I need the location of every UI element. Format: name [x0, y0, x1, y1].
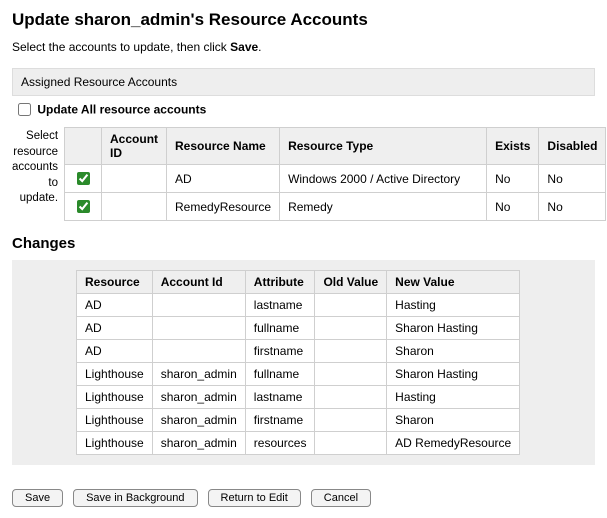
- cell-account-id: sharon_admin: [152, 386, 245, 409]
- cell-resource-type: Remedy: [280, 193, 487, 221]
- cell-new-value: Hasting: [387, 294, 520, 317]
- instruction-bold: Save: [230, 40, 258, 54]
- col-account-id: Account Id: [152, 271, 245, 294]
- cell-disabled: No: [539, 165, 606, 193]
- table-row: Lighthousesharon_adminlastname Hasting: [77, 386, 520, 409]
- row-select-checkbox[interactable]: [77, 172, 90, 185]
- return-to-edit-button[interactable]: Return to Edit: [208, 489, 301, 507]
- cell-old-value: [315, 409, 387, 432]
- cell-attribute: resources: [245, 432, 315, 455]
- cell-new-value: Sharon Hasting: [387, 317, 520, 340]
- cell-account-id: [102, 165, 167, 193]
- cell-resource: Lighthouse: [77, 432, 153, 455]
- cell-resource-name: AD: [167, 165, 280, 193]
- row-select-checkbox[interactable]: [77, 200, 90, 213]
- cell-new-value: Sharon Hasting: [387, 363, 520, 386]
- cell-resource: Lighthouse: [77, 363, 153, 386]
- col-old-value: Old Value: [315, 271, 387, 294]
- cell-attribute: firstname: [245, 340, 315, 363]
- cell-new-value: Sharon: [387, 409, 520, 432]
- col-attribute: Attribute: [245, 271, 315, 294]
- cell-old-value: [315, 340, 387, 363]
- changes-heading: Changes: [12, 235, 595, 252]
- cell-resource-type: Windows 2000 / Active Directory: [280, 165, 487, 193]
- cell-attribute: lastname: [245, 386, 315, 409]
- button-bar: Save Save in Background Return to Edit C…: [12, 489, 595, 507]
- cell-disabled: No: [539, 193, 606, 221]
- cell-exists: No: [487, 193, 539, 221]
- update-all-label[interactable]: Update All resource accounts: [37, 103, 206, 117]
- cell-account-id: sharon_admin: [152, 409, 245, 432]
- col-account-id: Account ID: [102, 128, 167, 165]
- cell-attribute: firstname: [245, 409, 315, 432]
- page-title: Update sharon_admin's Resource Accounts: [12, 10, 595, 30]
- cell-resource: AD: [77, 294, 153, 317]
- accounts-table: Account ID Resource Name Resource Type E…: [64, 127, 606, 221]
- col-resource: Resource: [77, 271, 153, 294]
- cell-new-value: AD RemedyResource: [387, 432, 520, 455]
- changes-panel: Resource Account Id Attribute Old Value …: [12, 260, 595, 465]
- changes-table: Resource Account Id Attribute Old Value …: [76, 270, 520, 455]
- cell-resource: AD: [77, 317, 153, 340]
- update-all-checkbox[interactable]: [18, 103, 31, 116]
- col-exists: Exists: [487, 128, 539, 165]
- cell-resource: Lighthouse: [77, 409, 153, 432]
- table-row: Lighthousesharon_adminresources AD Remedy…: [77, 432, 520, 455]
- assigned-section-header: Assigned Resource Accounts: [12, 68, 595, 96]
- col-resource-name: Resource Name: [167, 128, 280, 165]
- cell-exists: No: [487, 165, 539, 193]
- cell-new-value: Sharon: [387, 340, 520, 363]
- cell-old-value: [315, 294, 387, 317]
- cell-old-value: [315, 432, 387, 455]
- cell-resource: AD: [77, 340, 153, 363]
- cell-account-id: [102, 193, 167, 221]
- cell-account-id: sharon_admin: [152, 363, 245, 386]
- select-accounts-label: Select resource accounts to update.: [12, 127, 58, 207]
- cell-attribute: fullname: [245, 363, 315, 386]
- cell-resource: Lighthouse: [77, 386, 153, 409]
- cell-account-id: [152, 317, 245, 340]
- col-select: [65, 128, 102, 165]
- cancel-button[interactable]: Cancel: [311, 489, 371, 507]
- table-row: RemedyResourceRemedyNoNo: [65, 193, 606, 221]
- table-row: Lighthousesharon_adminfirstname Sharon: [77, 409, 520, 432]
- cell-account-id: sharon_admin: [152, 432, 245, 455]
- table-row: ADWindows 2000 / Active DirectoryNoNo: [65, 165, 606, 193]
- table-row: AD firstname Sharon: [77, 340, 520, 363]
- table-row: AD lastname Hasting: [77, 294, 520, 317]
- cell-resource-name: RemedyResource: [167, 193, 280, 221]
- instruction-text: Select the accounts to update, then clic…: [12, 40, 595, 54]
- cell-attribute: fullname: [245, 317, 315, 340]
- cell-account-id: [152, 340, 245, 363]
- cell-account-id: [152, 294, 245, 317]
- col-resource-type: Resource Type: [280, 128, 487, 165]
- cell-old-value: [315, 363, 387, 386]
- cell-attribute: lastname: [245, 294, 315, 317]
- instruction-post: .: [258, 40, 261, 54]
- save-button[interactable]: Save: [12, 489, 63, 507]
- table-row: Lighthousesharon_adminfullname Sharon Has…: [77, 363, 520, 386]
- save-background-button[interactable]: Save in Background: [73, 489, 197, 507]
- col-new-value: New Value: [387, 271, 520, 294]
- cell-old-value: [315, 386, 387, 409]
- cell-new-value: Hasting: [387, 386, 520, 409]
- table-row: AD fullname Sharon Hasting: [77, 317, 520, 340]
- cell-old-value: [315, 317, 387, 340]
- col-disabled: Disabled: [539, 128, 606, 165]
- instruction-pre: Select the accounts to update, then clic…: [12, 40, 230, 54]
